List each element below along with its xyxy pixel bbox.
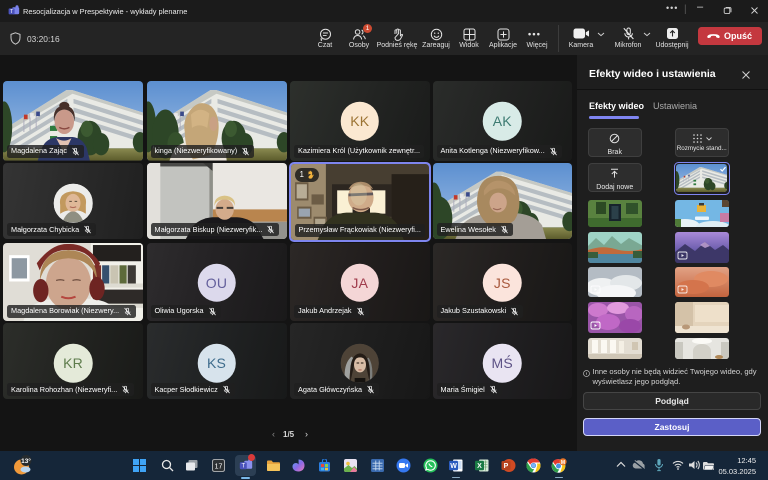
svg-text:T: T [241,464,245,470]
svg-text:X: X [477,463,482,470]
svg-text:M: M [561,460,565,466]
svg-text:13°: 13° [21,457,31,465]
svg-text:P: P [504,463,509,470]
svg-text:W: W [450,463,457,470]
svg-text:17: 17 [215,463,223,470]
